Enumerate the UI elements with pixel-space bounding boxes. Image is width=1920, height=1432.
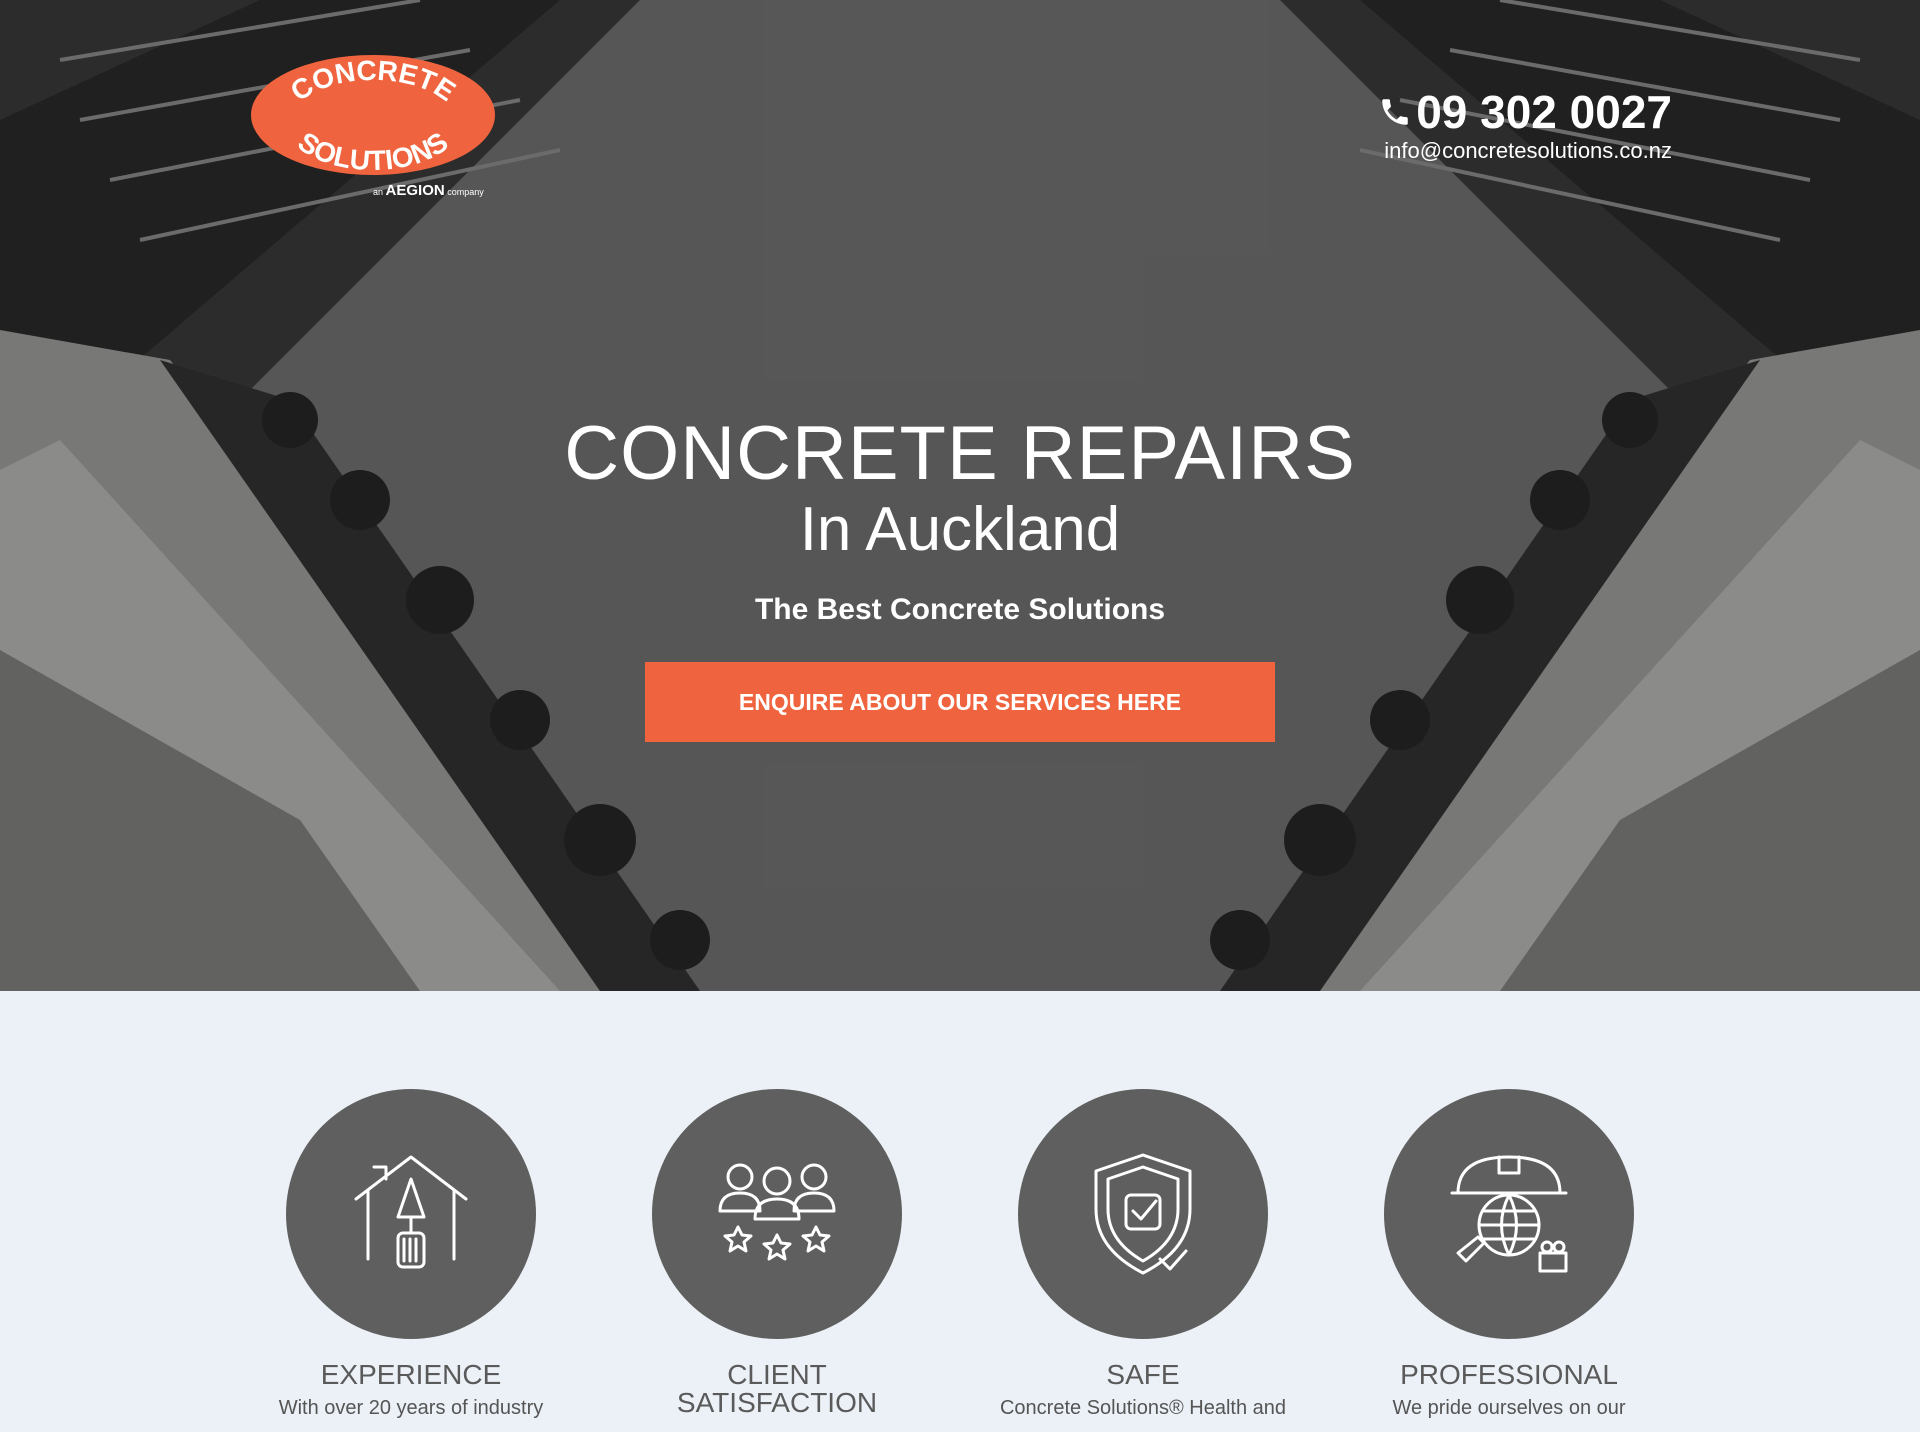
shield-check-icon xyxy=(1094,1153,1192,1275)
phone-link[interactable]: 09 302 0027 xyxy=(1378,86,1672,138)
svg-text:an AEGION company: an AEGION company xyxy=(373,182,484,199)
feature-icon-circle xyxy=(286,1089,536,1339)
email-link[interactable]: info@concretesolutions.co.nz xyxy=(1378,138,1672,164)
feature-title: PROFESSIONAL xyxy=(1400,1359,1618,1390)
feature-title: EXPERIENCE xyxy=(320,1359,502,1390)
feature-icon-circle xyxy=(652,1089,902,1339)
hero-subtitle: In Auckland xyxy=(799,495,1121,564)
feature-professional: PROFESSIONAL We pride ourselves on our xyxy=(1326,1089,1692,1420)
feature-text: With over 20 years of industry xyxy=(278,1397,544,1419)
feature-experience: EXPERIENCE With over 20 years of industr… xyxy=(228,1089,594,1420)
feature-text: Concrete Solutions® Health and xyxy=(999,1397,1286,1419)
feature-title: CLIENT SATISFACTION xyxy=(594,1361,960,1417)
feature-client-satisfaction: CLIENT SATISFACTION xyxy=(594,1089,960,1417)
hero-section: CONCRETE SOLUTIONS an AEGION company 09 … xyxy=(0,0,1920,991)
clients-stars-icon xyxy=(718,1163,836,1261)
feature-title-line1: CLIENT xyxy=(727,1359,827,1390)
features-section: EXPERIENCE With over 20 years of industr… xyxy=(0,991,1920,1432)
hero-title: CONCRETE REPAIRS xyxy=(564,411,1356,496)
hero-tagline: The Best Concrete Solutions xyxy=(754,593,1166,626)
hardhat-globe-icon xyxy=(1450,1155,1568,1273)
feature-safe: SAFE Concrete Solutions® Health and xyxy=(960,1089,1326,1420)
logo-sub-prefix: an xyxy=(373,187,383,197)
phone-number: 09 302 0027 xyxy=(1416,86,1672,138)
logo-sub-suffix: company xyxy=(447,187,484,197)
feature-title-line2: SATISFACTION xyxy=(676,1387,878,1418)
enquire-button[interactable]: ENQUIRE ABOUT OUR SERVICES HERE xyxy=(645,662,1275,742)
feature-title: SAFE xyxy=(1106,1359,1180,1390)
header-contact: 09 302 0027 info@concretesolutions.co.nz xyxy=(1378,86,1672,164)
feature-text: We pride ourselves on our xyxy=(1392,1397,1626,1419)
logo-sub-brand: AEGION xyxy=(386,182,445,199)
house-trowel-icon xyxy=(354,1155,468,1269)
feature-icon-circle xyxy=(1018,1089,1268,1339)
phone-icon xyxy=(1382,99,1408,125)
feature-icon-circle xyxy=(1384,1089,1634,1339)
brand-logo[interactable]: CONCRETE SOLUTIONS an AEGION company xyxy=(248,50,498,200)
